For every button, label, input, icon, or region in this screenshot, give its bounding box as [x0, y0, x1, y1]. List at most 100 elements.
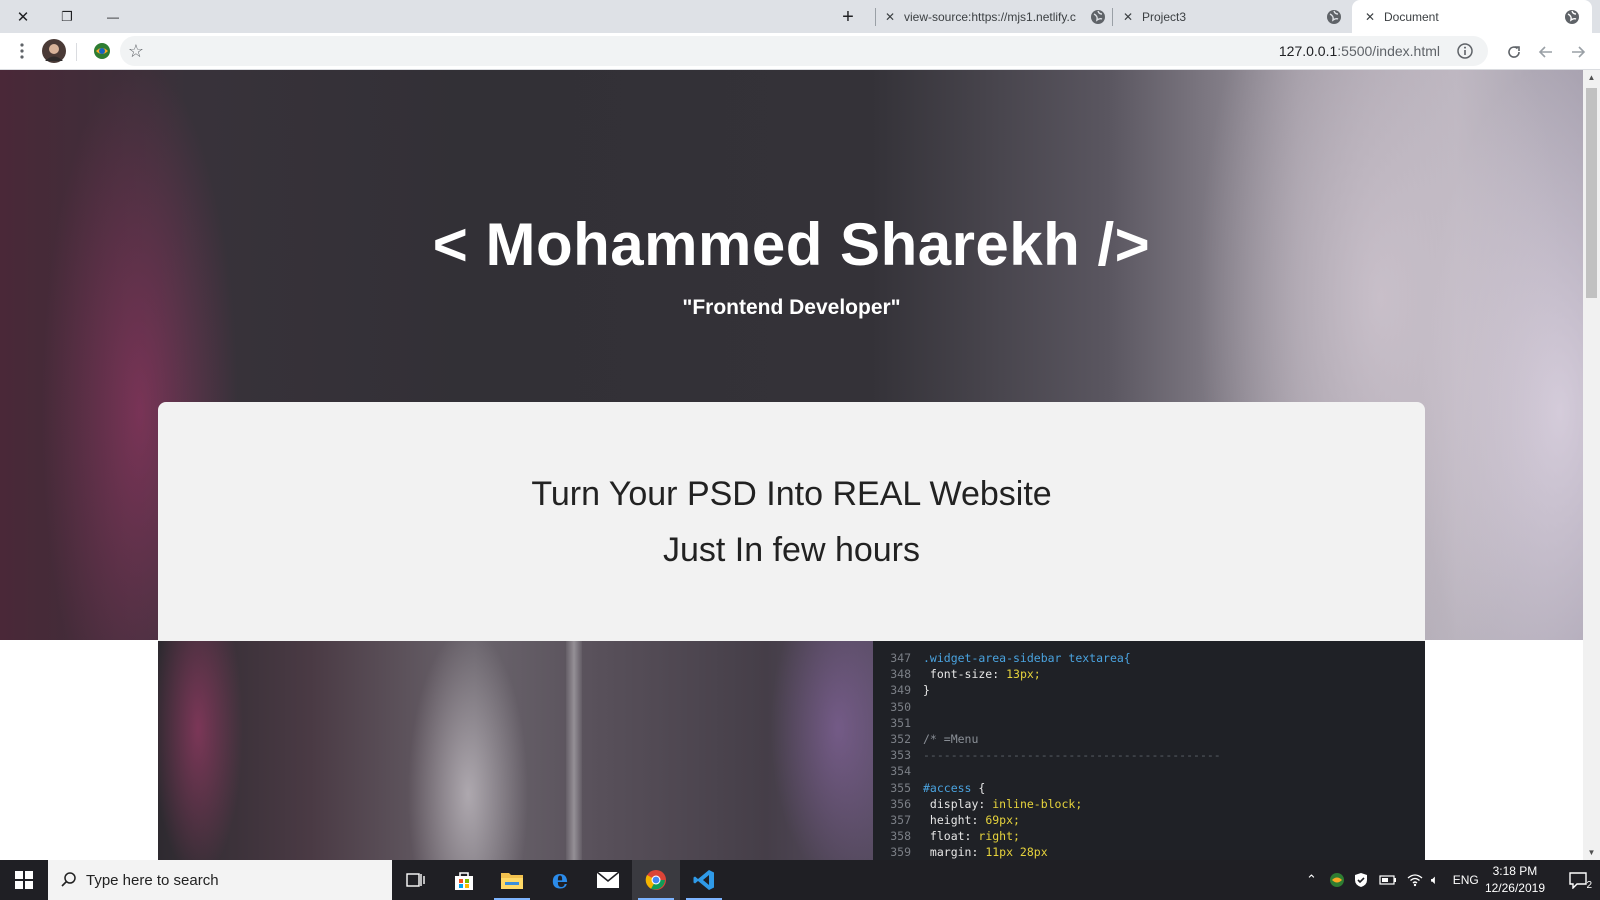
forward-arrow-icon[interactable] [1566, 40, 1590, 64]
page-viewport: < Mohammed Sharekh /> "Frontend Develope… [0, 70, 1583, 860]
code-line: 348 font-size: 13px; [873, 667, 1041, 683]
intro-line-1: Turn Your PSD Into REAL Website [531, 475, 1052, 513]
tab-document[interactable]: ✕ Document [1352, 0, 1592, 33]
code-line-text: ----------------------------------------… [923, 748, 1221, 763]
code-line: 358 float: right; [873, 829, 1020, 845]
info-icon[interactable] [1456, 42, 1474, 60]
drive-sync-icon[interactable] [1329, 872, 1345, 888]
clock-time: 3:18 PM [1492, 864, 1538, 878]
chevron-up-icon[interactable]: ⌃ [1306, 872, 1317, 888]
tab-project3[interactable]: ✕ Project3 [1120, 0, 1342, 33]
taskbar-mail[interactable] [584, 860, 632, 900]
clock-date: 12/26/2019 [1484, 881, 1545, 895]
close-icon: ✕ [16, 8, 30, 26]
code-line-text: .widget-area-sidebar [923, 651, 1062, 665]
window-close-button[interactable]: ✕ [0, 0, 46, 33]
taskbar-vscode[interactable] [680, 860, 728, 900]
code-line-value: { [971, 780, 986, 795]
tab-close-icon[interactable]: ✕ [882, 10, 898, 24]
scrollbar-thumb[interactable] [1586, 88, 1597, 298]
restore-icon: ❐ [61, 8, 73, 24]
url-path: :5500/index.html [1337, 43, 1440, 59]
tab-close-icon[interactable]: ✕ [1362, 10, 1378, 24]
kebab-menu-icon[interactable] [12, 40, 32, 62]
extension-icon[interactable] [90, 39, 114, 63]
notification-icon [1569, 872, 1587, 889]
tab-strip: ✕ ❐ — + ✕ view-source:https://mjs1.netli… [0, 0, 1600, 33]
tab-title: Project3 [1142, 9, 1187, 24]
tab-title: Document [1384, 9, 1439, 24]
edge-icon: e [551, 865, 569, 895]
code-line-text: #access [923, 780, 972, 795]
star-icon[interactable]: ☆ [124, 39, 148, 63]
wifi-icon[interactable] [1407, 873, 1423, 887]
code-line: 353 -------------------------------------… [873, 748, 1221, 764]
code-line-number: 348 [890, 667, 911, 682]
task-view-button[interactable] [392, 860, 440, 900]
code-line-value: 11px 28px [985, 845, 1048, 860]
code-line-number: 356 [890, 796, 911, 811]
url-host: 127.0.0.1 [1278, 43, 1338, 59]
security-shield-icon[interactable] [1353, 872, 1369, 888]
code-line-text: float: [923, 829, 979, 844]
page-scrollbar[interactable]: ▲ ▼ [1583, 70, 1600, 860]
taskbar-store[interactable] [440, 860, 488, 900]
code-line: 359 margin: 11px 28px [873, 845, 1048, 860]
language-indicator[interactable]: ENG [1453, 873, 1479, 887]
window-restore-button[interactable]: ❐ [44, 0, 90, 33]
volume-icon[interactable]: 🔈︎ [1431, 872, 1439, 888]
windows-taskbar: Type here to search e ⌃ 🔈︎ ENG 3:18 PM 1… [0, 860, 1600, 900]
taskbar-search-box[interactable]: Type here to search [48, 860, 392, 900]
code-line-value: right; [978, 829, 1020, 844]
avatar[interactable] [42, 39, 66, 63]
code-line-number: 354 [890, 764, 911, 779]
search-icon [61, 872, 76, 887]
mail-icon [596, 871, 620, 888]
store-icon [455, 872, 473, 890]
action-center-button[interactable]: 2 [1556, 860, 1600, 900]
notification-count: 2 [1586, 880, 1592, 891]
hero-title: < Mohammed Sharekh /> [432, 211, 1151, 278]
tab-title: view-source:https://mjs1.netlify.c [904, 9, 1076, 24]
new-tab-button[interactable]: + [836, 5, 860, 29]
scroll-down-icon[interactable]: ▼ [1583, 845, 1600, 860]
tab-view-source[interactable]: ✕ view-source:https://mjs1.netlify.c [882, 0, 1106, 33]
photo-light-bar [566, 641, 582, 860]
globe-icon [1565, 9, 1579, 24]
code-line: 357 height: 69px; [873, 813, 1020, 829]
battery-icon[interactable] [1379, 874, 1397, 886]
taskbar-file-explorer[interactable] [488, 860, 536, 900]
intro-line-2: Just In few hours [662, 531, 920, 569]
code-line-text: margin: [923, 845, 986, 860]
start-button[interactable] [0, 860, 48, 900]
code-line-number: 353 [890, 748, 911, 763]
code-line: 354 [873, 764, 923, 780]
search-placeholder: Type here to search [86, 871, 219, 889]
code-line-number: 349 [890, 683, 911, 698]
tab-separator [1112, 8, 1113, 26]
scroll-up-icon[interactable]: ▲ [1583, 70, 1600, 85]
back-arrow-icon[interactable] [1534, 40, 1558, 64]
toolbar-separator [76, 43, 77, 61]
code-line-number: 355 [890, 780, 911, 795]
window-minimize-button[interactable]: — [90, 0, 136, 33]
windows-logo-icon [15, 871, 33, 889]
code-line-number: 351 [890, 715, 911, 730]
code-line: 356 display: inline-block; [873, 797, 1082, 813]
tab-close-icon[interactable]: ✕ [1120, 10, 1136, 24]
chrome-icon [645, 870, 666, 890]
omnibox[interactable]: ☆ 127.0.0.1:5500/index.html [94, 36, 1488, 66]
url-text[interactable]: 127.0.0.1:5500/index.html [1279, 43, 1440, 59]
taskbar-edge[interactable]: e [536, 860, 584, 900]
taskbar-clock[interactable]: 3:18 PM 12/26/2019 [1485, 863, 1545, 897]
code-line-text: /* =Menu [923, 732, 979, 746]
reload-icon[interactable] [1502, 40, 1526, 64]
code-line-text: height: [923, 813, 986, 827]
code-line-text: display: [923, 796, 993, 811]
taskbar-chrome[interactable] [632, 860, 680, 900]
folder-icon [501, 873, 523, 889]
code-line-number: 358 [890, 829, 911, 844]
code-line: 347 .widget-area-sidebar textarea{ [873, 651, 1131, 667]
code-line-text: font-size: [923, 667, 1007, 682]
code-line-number: 347 [890, 651, 911, 665]
